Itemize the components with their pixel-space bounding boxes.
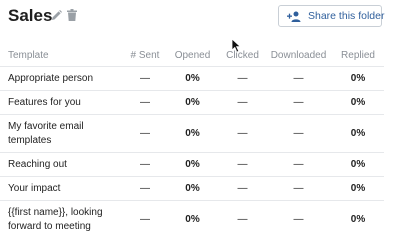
sent-value: — xyxy=(125,114,165,153)
replied-value: 0% xyxy=(332,152,384,177)
table-row[interactable]: Reaching out — 0% — — 0% xyxy=(0,152,384,177)
table-row[interactable]: Appropriate person — 0% — — 0% xyxy=(0,66,384,91)
template-name[interactable]: My favorite email templates xyxy=(0,114,125,153)
column-header-sent[interactable]: # Sent xyxy=(125,44,165,67)
share-folder-label: Share this folder xyxy=(308,10,385,22)
template-name[interactable]: Features for you xyxy=(0,90,125,115)
sent-value: — xyxy=(125,200,165,239)
sent-value: — xyxy=(125,66,165,91)
clicked-value: — xyxy=(220,176,265,201)
clicked-value: — xyxy=(220,152,265,177)
replied-value: 0% xyxy=(332,66,384,91)
downloaded-value: — xyxy=(265,176,332,201)
column-header-downloaded[interactable]: Downloaded xyxy=(265,44,332,67)
downloaded-value: — xyxy=(265,66,332,91)
folder-header: Sales Share this folder xyxy=(0,0,395,36)
table-row[interactable]: My favorite email templates — 0% — — 0% xyxy=(0,114,384,153)
sent-value: — xyxy=(125,176,165,201)
template-name[interactable]: Your impact xyxy=(0,176,125,201)
table-row[interactable]: Your impact — 0% — — 0% xyxy=(0,176,384,201)
trash-icon[interactable] xyxy=(67,9,77,21)
opened-value: 0% xyxy=(165,114,220,153)
table-row[interactable]: {{first name}}, looking forward to meeti… xyxy=(0,200,384,239)
opened-value: 0% xyxy=(165,200,220,239)
downloaded-value: — xyxy=(265,152,332,177)
template-name[interactable]: Reaching out xyxy=(0,152,125,177)
replied-value: 0% xyxy=(332,90,384,115)
column-header-clicked[interactable]: Clicked xyxy=(220,44,265,67)
template-name[interactable]: {{first name}}, looking forward to meeti… xyxy=(0,200,125,239)
template-name[interactable]: Appropriate person xyxy=(0,66,125,91)
add-people-icon xyxy=(287,11,301,22)
column-header-template[interactable]: Template xyxy=(0,44,125,67)
opened-value: 0% xyxy=(165,66,220,91)
folder-title: Sales xyxy=(8,6,53,25)
sent-value: — xyxy=(125,90,165,115)
share-folder-button[interactable]: Share this folder xyxy=(278,5,385,27)
clicked-value: — xyxy=(220,66,265,91)
clicked-value: — xyxy=(220,90,265,115)
clicked-value: — xyxy=(220,114,265,153)
replied-value: 0% xyxy=(332,114,384,153)
replied-value: 0% xyxy=(332,200,384,239)
sent-value: — xyxy=(125,152,165,177)
opened-value: 0% xyxy=(165,90,220,115)
downloaded-value: — xyxy=(265,90,332,115)
clicked-value: — xyxy=(220,200,265,239)
column-header-opened[interactable]: Opened xyxy=(165,44,220,67)
table-header-row: Template # Sent Opened Clicked Downloade… xyxy=(0,44,384,67)
pencil-icon[interactable] xyxy=(51,10,62,21)
replied-value: 0% xyxy=(332,176,384,201)
column-header-replied[interactable]: Replied xyxy=(332,44,384,67)
template-stats-table: Template # Sent Opened Clicked Downloade… xyxy=(0,44,384,239)
downloaded-value: — xyxy=(265,200,332,239)
downloaded-value: — xyxy=(265,114,332,153)
opened-value: 0% xyxy=(165,176,220,201)
opened-value: 0% xyxy=(165,152,220,177)
table-row[interactable]: Features for you — 0% — — 0% xyxy=(0,90,384,115)
